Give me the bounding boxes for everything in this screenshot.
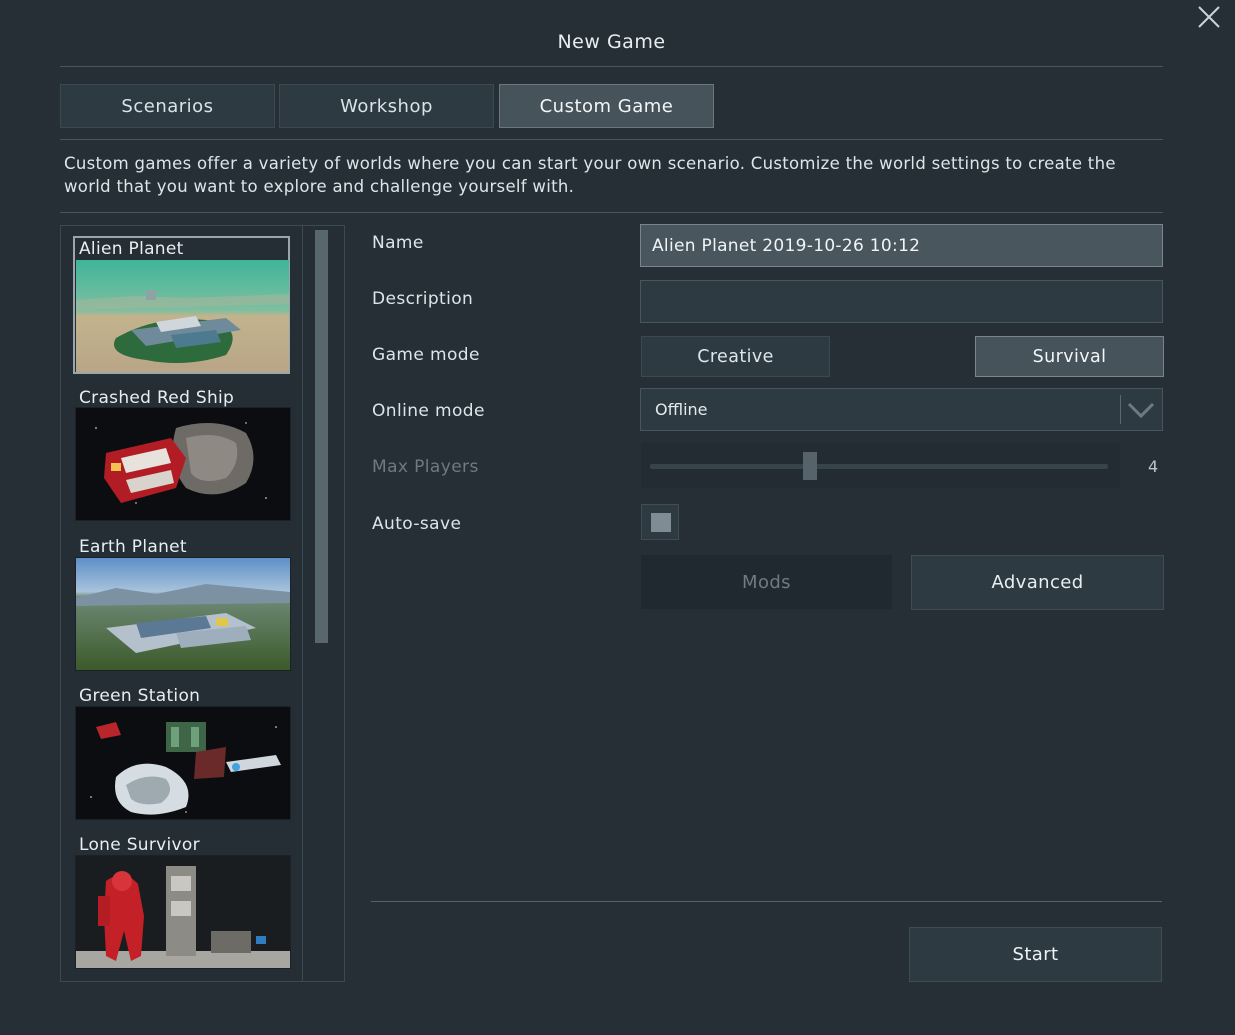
world-list-content: Alien Planet Crashed Red Ship Earth Plan… [61, 226, 303, 981]
world-name-input[interactable]: Alien Planet 2019-10-26 10:12 [640, 224, 1163, 267]
advanced-button[interactable]: Advanced [911, 555, 1164, 610]
creative-mode-button[interactable]: Creative [641, 336, 830, 377]
auto-save-checkbox-mark [651, 513, 671, 532]
dropdown-separator [1120, 395, 1121, 424]
online-mode-dropdown[interactable]: Offline [640, 388, 1163, 431]
world-thumbnail-crashed-red-ship[interactable] [75, 407, 291, 521]
auto-save-label: Auto-save [372, 514, 462, 534]
max-players-slider-track [650, 464, 1108, 469]
world-item-label: Lone Survivor [79, 835, 200, 855]
close-icon[interactable] [1196, 4, 1222, 30]
divider [60, 139, 1163, 140]
world-item-label: Earth Planet [79, 537, 187, 557]
game-mode-label: Game mode [372, 345, 480, 365]
max-players-slider-handle[interactable] [803, 452, 818, 480]
tab-scenarios[interactable]: Scenarios [60, 84, 275, 128]
world-thumbnail-green-station[interactable] [75, 706, 291, 820]
tab-workshop[interactable]: Workshop [279, 84, 494, 128]
mods-button[interactable]: Mods [641, 555, 892, 609]
world-thumbnail-lone-survivor[interactable] [75, 855, 291, 969]
world-description-input[interactable] [640, 280, 1163, 323]
world-item-label: Alien Planet [79, 239, 184, 259]
start-button[interactable]: Start [909, 927, 1162, 982]
survival-mode-button[interactable]: Survival [975, 336, 1164, 377]
divider [60, 66, 1163, 67]
max-players-label: Max Players [372, 457, 479, 477]
page-title: New Game [557, 31, 666, 53]
tab-custom-game[interactable]: Custom Game [499, 84, 714, 128]
chevron-down-icon[interactable] [1126, 400, 1156, 420]
online-mode-value: Offline [655, 400, 708, 419]
divider [371, 901, 1162, 902]
world-thumbnail-earth-planet[interactable] [75, 557, 291, 671]
world-list[interactable]: Alien Planet Crashed Red Ship Earth Plan… [60, 225, 345, 982]
online-mode-label: Online mode [372, 401, 485, 421]
world-thumbnail-alien-planet[interactable] [76, 260, 289, 372]
world-list-scrollbar[interactable] [315, 230, 328, 643]
world-item-label: Crashed Red Ship [79, 388, 235, 408]
description-text: Custom games offer a variety of worlds w… [64, 154, 1116, 196]
name-label: Name [372, 233, 424, 253]
max-players-value: 4 [1148, 457, 1159, 476]
description-label: Description [372, 289, 474, 309]
divider [60, 212, 1163, 213]
world-item-label: Green Station [79, 686, 201, 706]
